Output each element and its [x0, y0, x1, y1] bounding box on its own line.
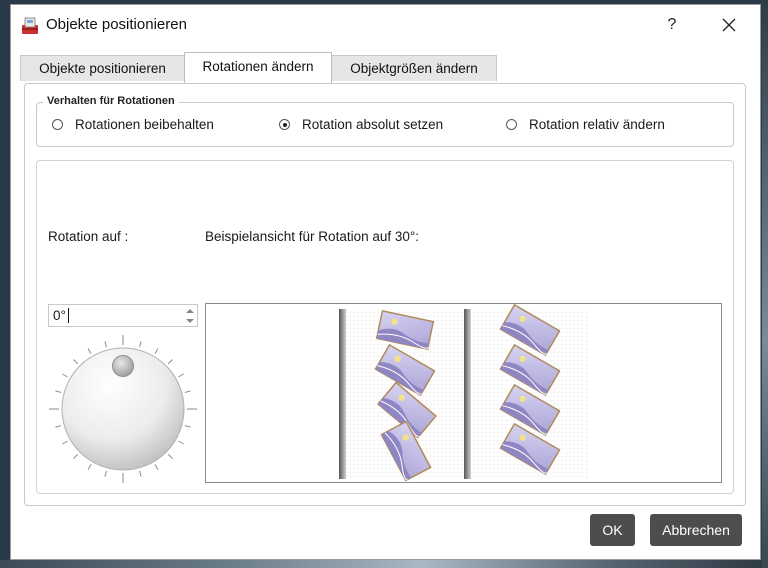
dial-tick — [184, 425, 191, 428]
close-icon — [722, 18, 736, 32]
text-caret — [68, 308, 69, 323]
dial-tick — [154, 464, 159, 470]
dial-tick — [55, 390, 62, 393]
dial-grip[interactable] — [112, 355, 134, 377]
preview-left-edge — [339, 309, 346, 479]
window-title: Objekte positionieren — [46, 16, 187, 33]
dial-tick — [178, 373, 184, 378]
dial-tick — [87, 464, 92, 470]
dial-tick — [55, 425, 62, 428]
dial-tick — [167, 453, 173, 459]
spin-down-icon[interactable] — [183, 316, 197, 326]
radio-label: Rotation absolut setzen — [302, 117, 444, 132]
dial-tick — [62, 373, 68, 378]
desktop-background — [0, 560, 768, 568]
rotation-label: Rotation auf : — [48, 229, 129, 244]
dial-tick — [184, 390, 191, 393]
desktop-background-edge — [762, 0, 768, 568]
preview-graphic — [339, 304, 589, 482]
rotation-value: 0° — [53, 308, 66, 323]
dial-tick — [167, 359, 173, 365]
ok-button[interactable]: OK — [590, 514, 635, 546]
dial-tick — [73, 359, 79, 365]
preview-label: Beispielansicht für Rotation auf 30°: — [205, 229, 420, 244]
dial-tick — [154, 348, 159, 354]
spin-up-icon[interactable] — [183, 306, 197, 316]
radio-rotation-relativ-aendern[interactable]: Rotation relativ ändern — [506, 117, 665, 132]
radio-rotationen-beibehalten[interactable]: Rotationen beibehalten — [52, 117, 214, 132]
dial-tick — [104, 341, 107, 348]
tab-objekte-positionieren[interactable]: Objekte positionieren — [20, 55, 185, 81]
radio-indicator-checked — [279, 119, 290, 130]
radio-label: Rotationen beibehalten — [75, 117, 214, 132]
cancel-button[interactable]: Abbrechen — [650, 514, 742, 546]
dial-graphic — [49, 335, 197, 483]
radio-indicator — [52, 119, 63, 130]
dial-tick — [87, 348, 92, 354]
rotation-dial[interactable] — [48, 334, 198, 484]
preview-right-edge — [464, 309, 471, 479]
rotation-spinbox[interactable]: 0° — [48, 304, 198, 327]
dial-tick — [139, 470, 142, 477]
dial-tick — [62, 440, 68, 445]
rotation-preview — [205, 303, 722, 483]
radio-rotation-absolut-setzen[interactable]: Rotation absolut setzen — [279, 117, 443, 132]
rotation-behavior-legend: Verhalten für Rotationen — [43, 95, 179, 107]
tab-objektgroessen-aendern[interactable]: Objektgrößen ändern — [331, 55, 497, 81]
title-bar: Objekte positionieren ? — [11, 5, 760, 45]
dial-tick — [104, 470, 107, 477]
dial-tick — [139, 341, 142, 348]
dial-tick — [178, 440, 184, 445]
tab-rotationen-aendern[interactable]: Rotationen ändern — [184, 52, 332, 83]
radio-label: Rotation relativ ändern — [529, 117, 665, 132]
radio-indicator — [506, 119, 517, 130]
dial-tick — [73, 453, 79, 459]
app-icon — [22, 17, 38, 34]
close-button[interactable] — [711, 11, 747, 39]
help-button[interactable]: ? — [656, 11, 688, 39]
